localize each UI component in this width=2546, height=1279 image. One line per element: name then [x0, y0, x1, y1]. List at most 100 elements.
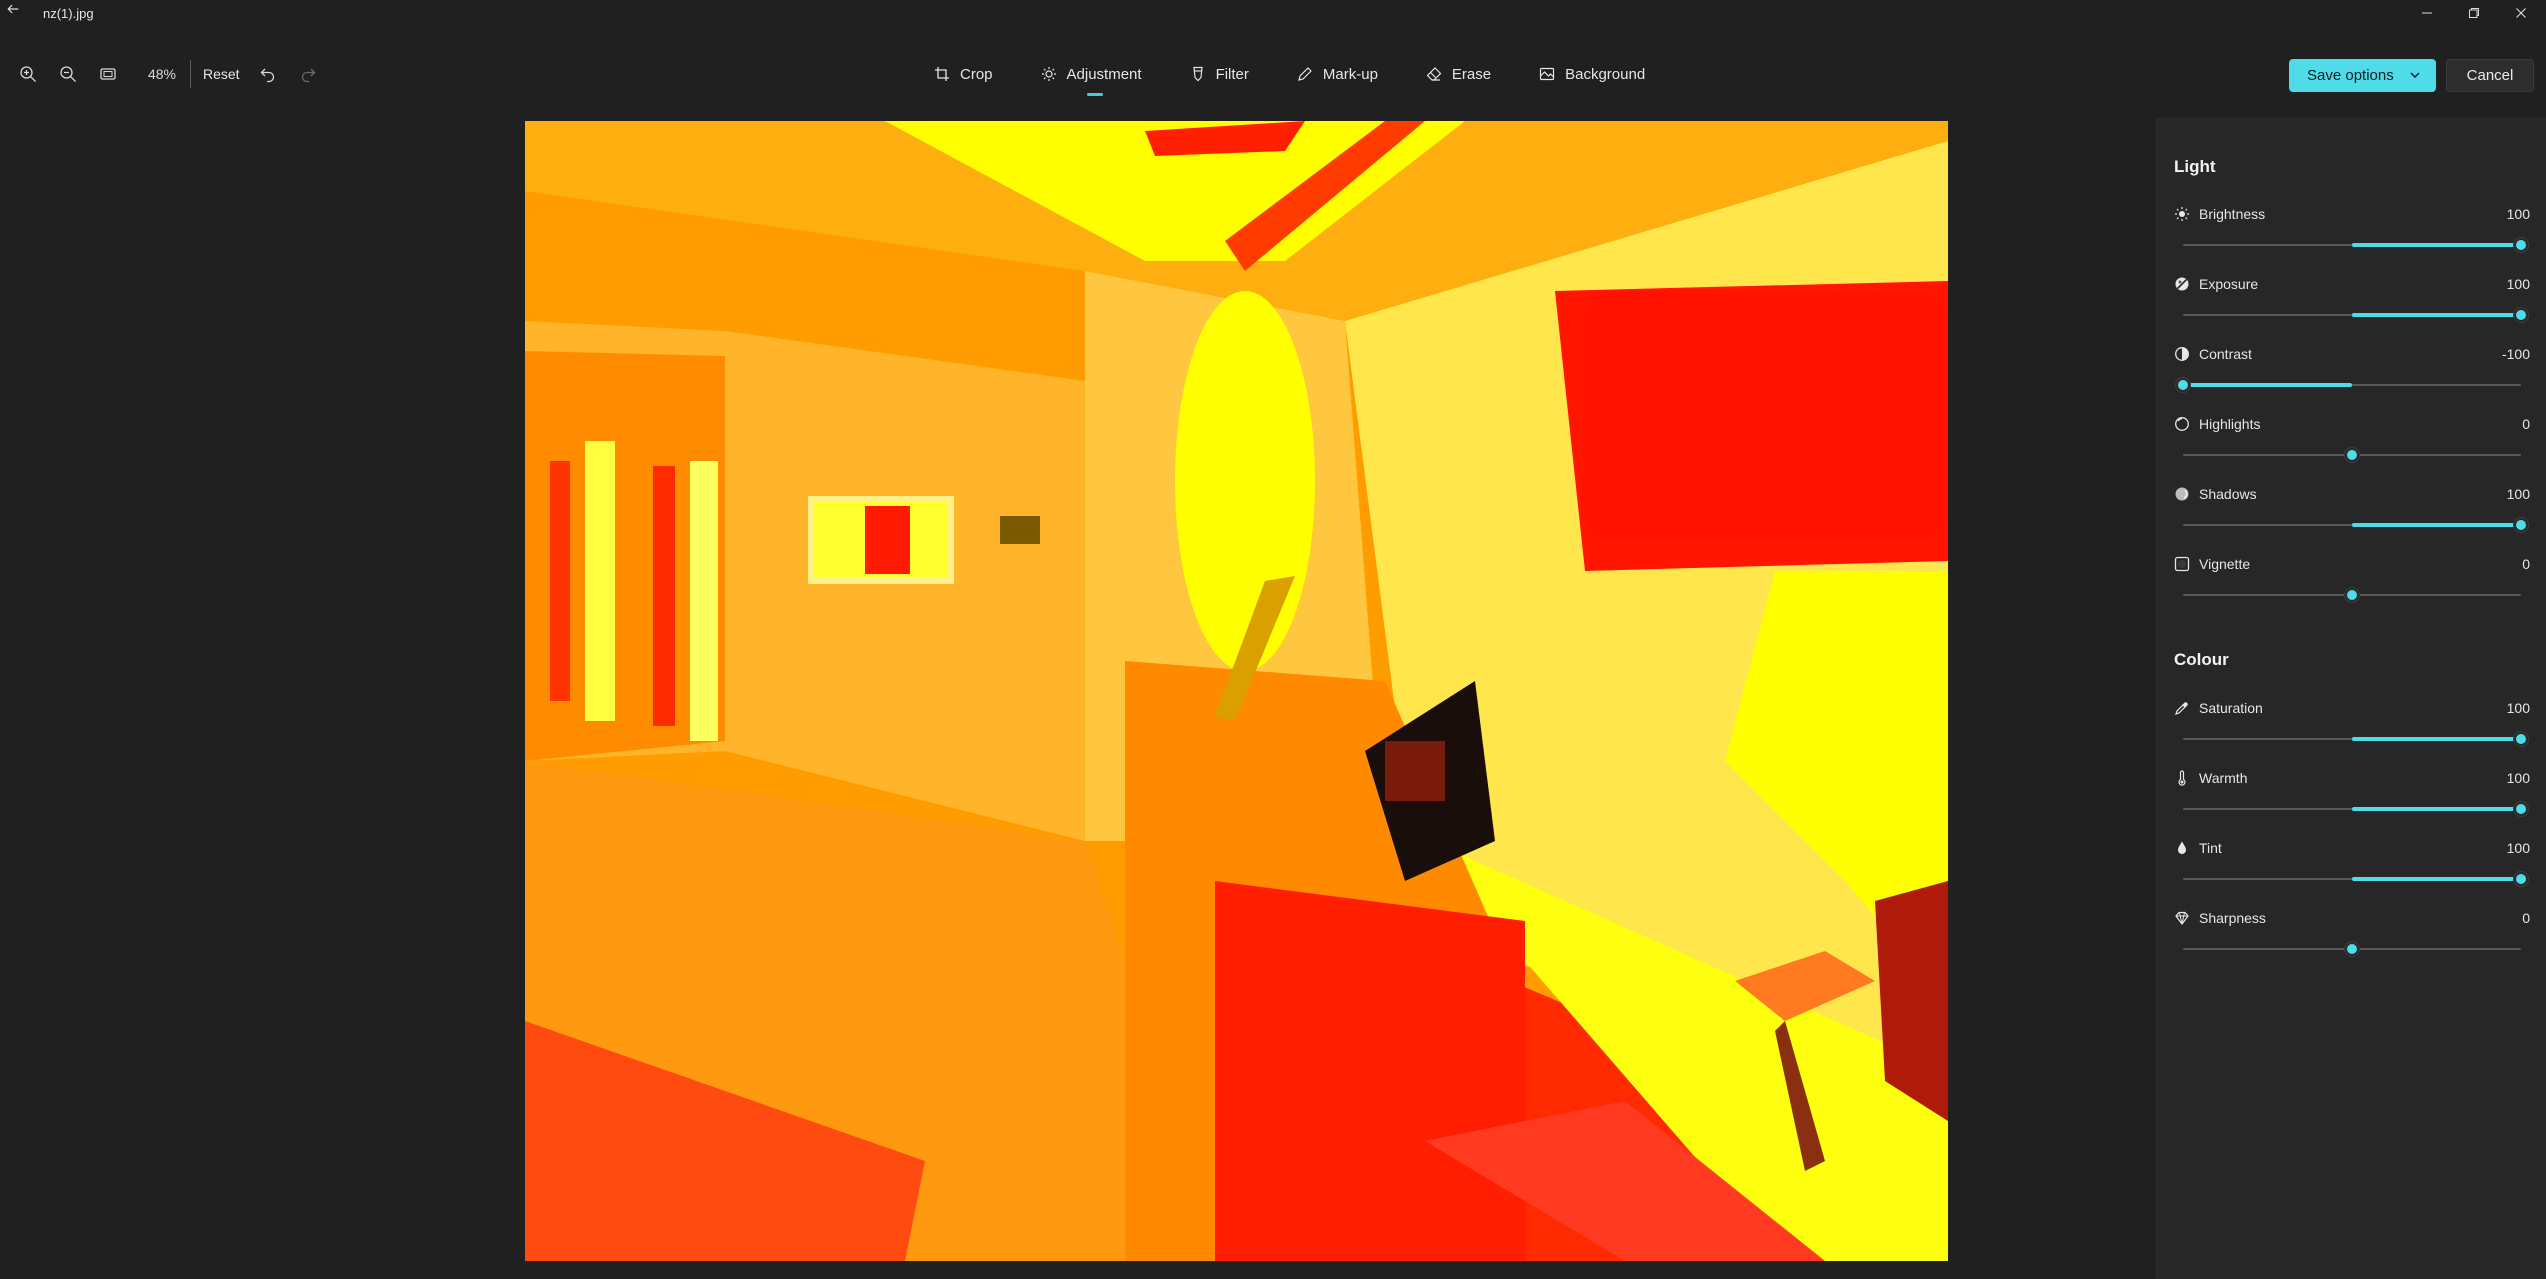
- highlights-slider[interactable]: [2183, 448, 2521, 462]
- slider-fill: [2352, 877, 2521, 881]
- photo-render: [525, 121, 1948, 1261]
- minimize-button[interactable]: [2404, 0, 2450, 26]
- undo-button[interactable]: [248, 54, 288, 94]
- saturation-label: Saturation: [2199, 700, 2263, 716]
- tint-label: Tint: [2199, 840, 2222, 856]
- title-bar: nz(1).jpg: [0, 0, 2546, 26]
- slider-thumb[interactable]: [2514, 802, 2528, 816]
- crop-icon: [935, 67, 949, 81]
- shadows-slider[interactable]: [2183, 518, 2528, 532]
- toolbar-divider: [190, 60, 191, 88]
- adjustment-icon: [1041, 67, 1056, 81]
- eyedropper-icon: [2174, 700, 2190, 716]
- back-button[interactable]: [2, 1, 24, 23]
- close-button[interactable]: [2498, 0, 2544, 26]
- slider-thumb[interactable]: [2176, 378, 2190, 392]
- exposure-icon: [2174, 276, 2190, 292]
- contrast-adjustment: Contrast -100: [2174, 344, 2530, 404]
- tab-markup[interactable]: Mark-up: [1283, 54, 1392, 94]
- reset-button[interactable]: Reset: [197, 54, 248, 94]
- tab-label: Erase: [1451, 65, 1492, 83]
- vignette-slider[interactable]: [2183, 588, 2521, 602]
- zoom-in-icon: [20, 66, 36, 82]
- light-section-title: Light: [2174, 157, 2216, 176]
- fit-to-window-icon: [100, 68, 116, 80]
- sharpness-slider[interactable]: [2183, 942, 2521, 956]
- background-icon: [1540, 67, 1555, 81]
- warmth-label: Warmth: [2199, 770, 2248, 786]
- exposure-adjustment: Exposure 100: [2174, 274, 2530, 334]
- shadows-adjustment: Shadows 100: [2174, 484, 2530, 544]
- highlights-value[interactable]: 0: [2522, 416, 2530, 432]
- tab-filter[interactable]: Filter: [1176, 54, 1263, 94]
- thermometer-icon: [2174, 770, 2190, 786]
- slider-fill: [2352, 523, 2521, 527]
- tab-erase[interactable]: Erase: [1412, 54, 1505, 94]
- shadows-label: Shadows: [2199, 486, 2257, 502]
- image-canvas: [0, 110, 2156, 1279]
- tab-label: Background: [1565, 65, 1646, 83]
- contrast-value[interactable]: -100: [2502, 346, 2530, 362]
- highlights-label: Highlights: [2199, 416, 2261, 432]
- slider-thumb[interactable]: [2514, 732, 2528, 746]
- tab-label: Filter: [1215, 65, 1249, 83]
- tint-value[interactable]: 100: [2507, 840, 2530, 856]
- slider-thumb[interactable]: [2514, 308, 2528, 322]
- slider-fill: [2352, 737, 2521, 741]
- contrast-label: Contrast: [2199, 346, 2252, 362]
- close-icon: [2516, 8, 2526, 18]
- slider-thumb[interactable]: [2345, 448, 2359, 462]
- save-options-button[interactable]: Save options: [2289, 59, 2436, 92]
- tab-background[interactable]: Background: [1525, 54, 1659, 94]
- warmth-slider[interactable]: [2183, 802, 2528, 816]
- exposure-slider[interactable]: [2183, 308, 2528, 322]
- slider-thumb[interactable]: [2514, 238, 2528, 252]
- tab-adjustment[interactable]: Adjustment: [1027, 54, 1156, 96]
- vignette-value[interactable]: 0: [2522, 556, 2530, 572]
- cancel-button[interactable]: Cancel: [2446, 59, 2534, 92]
- minimize-icon: [2422, 12, 2432, 14]
- redo-icon: [301, 68, 315, 83]
- saturation-value[interactable]: 100: [2507, 700, 2530, 716]
- redo-button[interactable]: [288, 54, 328, 94]
- zoom-in-button[interactable]: [8, 54, 48, 94]
- slider-fill: [2352, 243, 2521, 247]
- slider-thumb[interactable]: [2345, 588, 2359, 602]
- exposure-label: Exposure: [2199, 276, 2259, 292]
- vignette-label: Vignette: [2199, 556, 2251, 572]
- tab-crop[interactable]: Crop: [920, 54, 1007, 94]
- slider-thumb[interactable]: [2514, 518, 2528, 532]
- fit-to-window-button[interactable]: [88, 54, 128, 94]
- diamond-icon: [2174, 910, 2190, 926]
- tint-slider[interactable]: [2183, 872, 2528, 886]
- warmth-value[interactable]: 100: [2507, 770, 2530, 786]
- shadows-value[interactable]: 100: [2507, 486, 2530, 502]
- brightness-adjustment: Brightness 100: [2174, 204, 2530, 264]
- zoom-group: 48% Reset: [8, 54, 328, 94]
- tab-label: Mark-up: [1322, 65, 1378, 83]
- zoom-out-icon: [60, 66, 76, 82]
- save-options-label: Save options: [2307, 67, 2394, 84]
- vignette-adjustment: Vignette 0: [2174, 554, 2530, 614]
- restore-button[interactable]: [2451, 0, 2497, 26]
- edited-photo[interactable]: [525, 121, 1948, 1261]
- slider-fill: [2352, 807, 2521, 811]
- slider-thumb[interactable]: [2514, 872, 2528, 886]
- chevron-down-icon: [2410, 72, 2420, 78]
- back-arrow-icon: [7, 4, 19, 14]
- restore-icon: [2469, 8, 2479, 18]
- pen-icon: [1298, 67, 1312, 81]
- contrast-icon: [2174, 346, 2190, 362]
- contrast-slider[interactable]: [2176, 378, 2521, 392]
- sharpness-value[interactable]: 0: [2522, 910, 2530, 926]
- brightness-icon: [2174, 206, 2190, 222]
- zoom-out-button[interactable]: [48, 54, 88, 94]
- zoom-level[interactable]: 48%: [128, 66, 184, 82]
- brightness-slider[interactable]: [2183, 238, 2528, 252]
- exposure-value[interactable]: 100: [2507, 276, 2530, 292]
- slider-thumb[interactable]: [2345, 942, 2359, 956]
- brightness-value[interactable]: 100: [2507, 206, 2530, 222]
- tab-label: Crop: [960, 65, 993, 83]
- saturation-slider[interactable]: [2183, 732, 2528, 746]
- shadows-icon: [2174, 486, 2190, 502]
